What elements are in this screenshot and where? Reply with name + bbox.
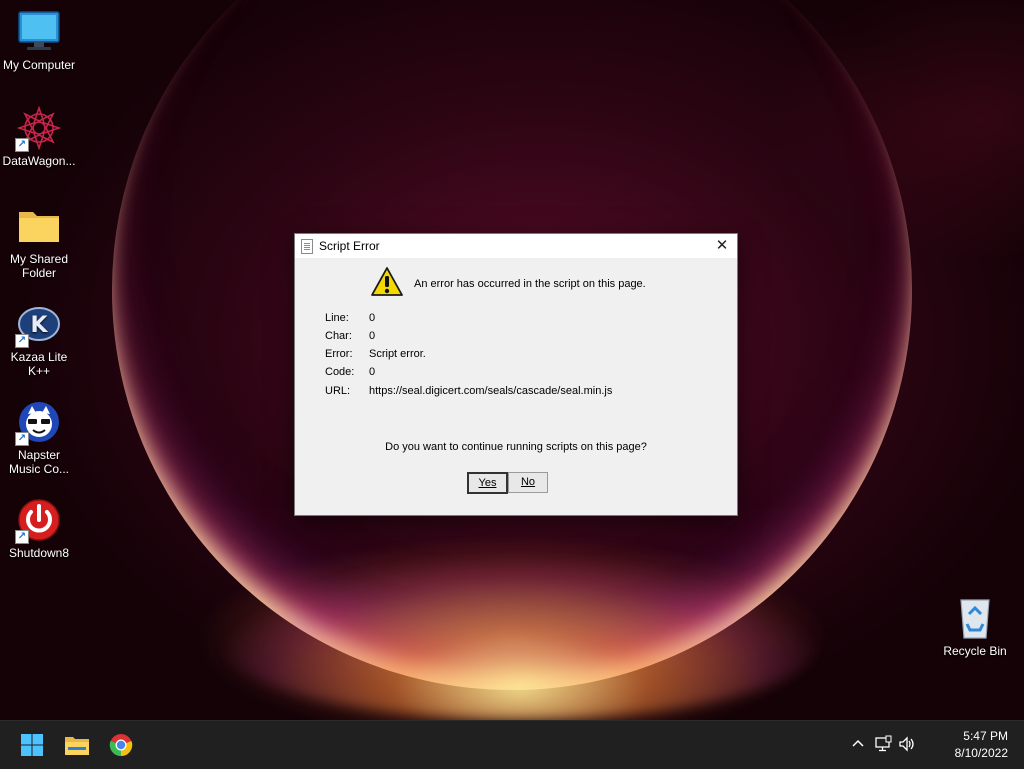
desktop: My Computer ↗ DataWagon... My Shared Fol… (0, 0, 1024, 720)
no-button[interactable]: No (508, 472, 548, 493)
code-label: Code: (325, 366, 355, 378)
datawagon-star-icon: ↗ (15, 105, 62, 152)
shortcut-arrow-icon: ↗ (15, 530, 29, 544)
chrome-icon[interactable] (109, 733, 133, 757)
volume-icon[interactable] (898, 735, 916, 753)
desktop-icon-label-line1: Napster (17, 448, 61, 462)
line-value: 0 (369, 312, 376, 324)
desktop-icon-recycle-bin[interactable]: Recycle Bin (936, 596, 1014, 658)
char-value: 0 (369, 330, 376, 342)
desktop-icon-label-line1: Kazaa Lite (10, 350, 68, 364)
desktop-icon-label: DataWagon... (2, 154, 76, 168)
desktop-icon-label: Shutdown8 (8, 546, 70, 560)
code-value: 0 (369, 366, 376, 378)
folder-icon (17, 204, 61, 248)
kazaa-icon: K ↗ (15, 302, 61, 348)
taskbar: 5:47 PM 8/10/2022 (0, 720, 1024, 769)
error-value: Script error. (369, 348, 426, 360)
dialog-titlebar[interactable]: Script Error ✕ (295, 234, 737, 258)
desktop-icon-napster[interactable]: ↗ Napster Music Co... (0, 400, 78, 476)
shortcut-arrow-icon: ↗ (15, 138, 29, 152)
monitor-icon (17, 10, 61, 54)
svg-text:K: K (30, 313, 48, 338)
desktop-icon-label-line2: Music Co... (8, 462, 69, 476)
error-label: Error: (325, 348, 353, 360)
napster-cat-icon: ↗ (15, 400, 61, 446)
char-label: Char: (325, 330, 352, 342)
script-error-dialog: Script Error ✕ An error has occurred in … (294, 233, 738, 516)
desktop-icon-kazaa-lite[interactable]: K ↗ Kazaa Lite K++ (0, 302, 78, 378)
system-tray: 5:47 PM 8/10/2022 (844, 721, 1024, 769)
desktop-icon-my-shared-folder[interactable]: My Shared Folder (0, 204, 78, 280)
url-value: https://seal.digicert.com/seals/cascade/… (369, 385, 613, 397)
recycle-bin-icon (953, 596, 997, 640)
desktop-icon-my-computer[interactable]: My Computer (0, 10, 78, 72)
desktop-icon-shutdown8[interactable]: ↗ Shutdown8 (0, 498, 78, 560)
desktop-icon-label: Recycle Bin (943, 644, 1007, 658)
start-icon[interactable] (20, 733, 44, 757)
desktop-icon-label-line2: Folder (21, 266, 56, 280)
desktop-icon-label-line1: My Shared (9, 252, 69, 266)
wallpaper-glow (220, 560, 820, 720)
chevron-up-icon[interactable] (850, 735, 866, 751)
file-explorer-icon[interactable] (64, 733, 89, 757)
clock-date[interactable]: 8/10/2022 (955, 746, 1008, 760)
warning-icon (370, 266, 404, 298)
dialog-title: Script Error (319, 239, 380, 253)
clock-time[interactable]: 5:47 PM (963, 729, 1008, 743)
close-button[interactable]: ✕ (707, 234, 737, 258)
yes-button[interactable]: Yes (467, 472, 508, 494)
desktop-icon-label: My Computer (2, 58, 76, 72)
document-icon (301, 239, 313, 254)
error-message: An error has occurred in the script on t… (414, 278, 646, 290)
continue-question: Do you want to continue running scripts … (385, 441, 647, 453)
desktop-icon-datawagon[interactable]: ↗ DataWagon... (0, 105, 78, 168)
network-icon[interactable] (874, 735, 892, 753)
power-icon: ↗ (15, 498, 61, 544)
url-label: URL: (325, 385, 351, 397)
shortcut-arrow-icon: ↗ (15, 432, 29, 446)
line-label: Line: (325, 312, 349, 324)
desktop-icon-label-line2: K++ (27, 364, 51, 378)
shortcut-arrow-icon: ↗ (15, 334, 29, 348)
